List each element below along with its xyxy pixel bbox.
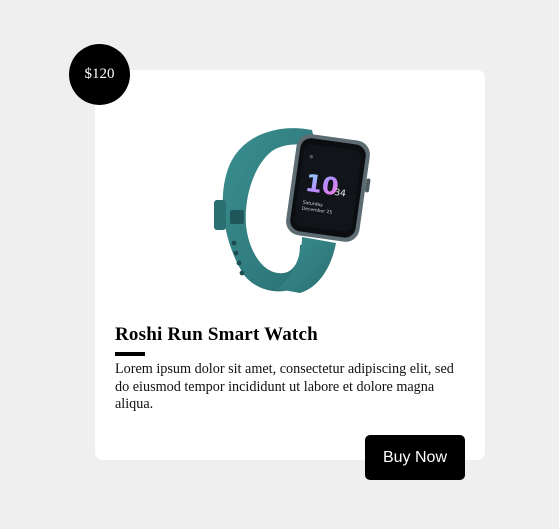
title-underline [115,352,145,356]
product-title: Roshi Run Smart Watch [115,324,318,345]
product-description: Lorem ipsum dolor sit amet, consectetur … [115,361,454,413]
svg-text:34: 34 [334,188,347,200]
product-card: ⊕ 10 34 Saturday December 25 Roshi Run S… [95,70,485,460]
price-badge: $120 [69,44,130,105]
smart-watch-icon: ⊕ 10 34 Saturday December 25 [214,128,371,293]
svg-text:⊕: ⊕ [309,154,314,161]
buy-now-button[interactable]: Buy Now [365,435,465,480]
